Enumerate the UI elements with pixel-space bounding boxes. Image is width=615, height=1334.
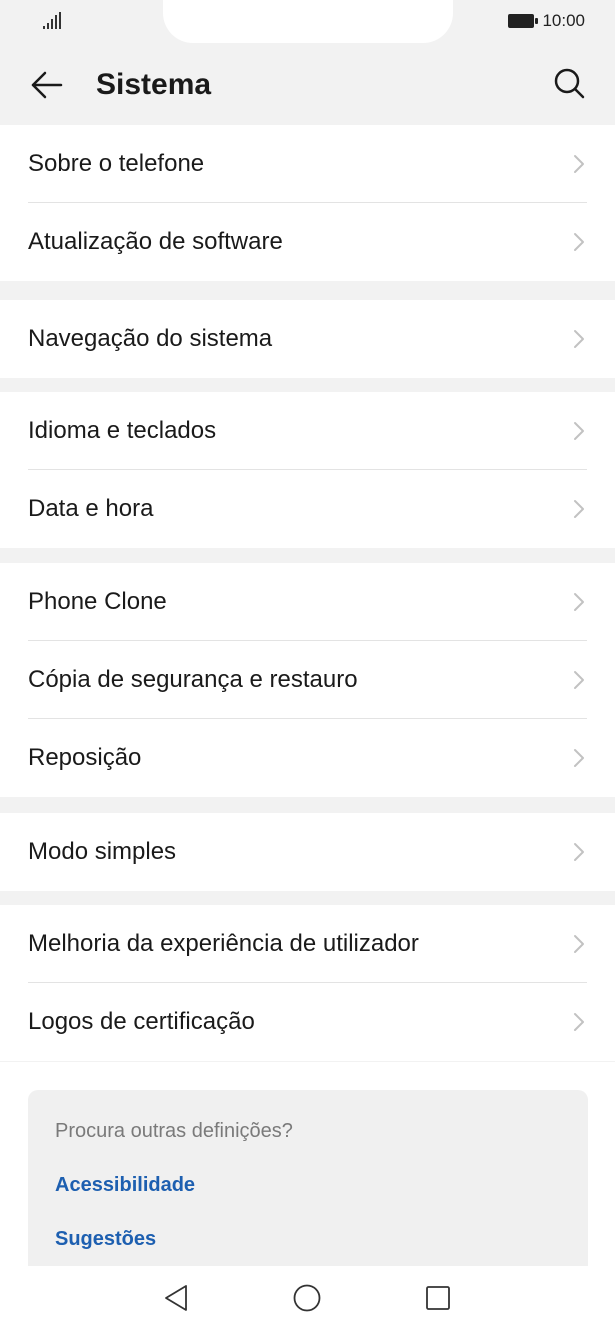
chevron-right-icon	[574, 233, 584, 251]
settings-item-navegacao-do-sistema[interactable]: Navegação do sistema	[0, 300, 615, 378]
settings-item-label: Data e hora	[28, 495, 154, 522]
settings-item-melhoria-da-experiencia[interactable]: Melhoria da experiência de utilizador	[0, 905, 615, 983]
settings-group: Sobre o telefone Atualização de software	[0, 125, 615, 281]
navigation-bar	[0, 1266, 615, 1334]
settings-item-data-e-hora[interactable]: Data e hora	[0, 470, 615, 548]
link-sugestoes[interactable]: Sugestões	[55, 1228, 156, 1251]
arrow-left-icon[interactable]	[28, 67, 64, 103]
camera-notch	[163, 0, 453, 43]
settings-group: Phone Clone Cópia de segurança e restaur…	[0, 563, 615, 797]
chevron-right-icon	[574, 330, 584, 348]
chevron-right-icon	[574, 749, 584, 767]
chevron-right-icon	[574, 671, 584, 689]
settings-item-label: Melhoria da experiência de utilizador	[28, 930, 419, 957]
chevron-right-icon	[574, 593, 584, 611]
settings-item-label: Reposição	[28, 744, 142, 771]
settings-item-label: Atualização de software	[28, 228, 283, 255]
chevron-right-icon	[574, 843, 584, 861]
settings-item-reposicao[interactable]: Reposição	[0, 719, 615, 797]
link-acessibilidade[interactable]: Acessibilidade	[55, 1174, 195, 1197]
settings-item-atualizacao-de-software[interactable]: Atualização de software	[0, 203, 615, 281]
triangle-back-icon[interactable]	[162, 1283, 192, 1313]
page-title: Sistema	[96, 68, 212, 101]
status-bar: 10:00	[0, 0, 615, 45]
chevron-right-icon	[574, 155, 584, 173]
battery-icon	[508, 14, 539, 28]
app-header: Sistema	[0, 45, 615, 125]
settings-item-idioma-e-teclados[interactable]: Idioma e teclados	[0, 392, 615, 470]
settings-item-copia-de-seguranca[interactable]: Cópia de segurança e restauro	[0, 641, 615, 719]
settings-item-label: Modo simples	[28, 838, 177, 865]
settings-item-logos-de-certificacao[interactable]: Logos de certificação	[0, 983, 615, 1061]
suggestions-card: Procura outras definições? Acessibilidad…	[28, 1090, 588, 1266]
battery-status: 10:00	[508, 10, 585, 32]
settings-item-label: Phone Clone	[28, 588, 167, 615]
search-icon[interactable]	[551, 65, 587, 101]
settings-item-label: Idioma e teclados	[28, 417, 217, 444]
settings-item-label: Sobre o telefone	[28, 150, 205, 177]
settings-item-label: Logos de certificação	[28, 1008, 255, 1035]
chevron-right-icon	[574, 935, 584, 953]
settings-item-sobre-o-telefone[interactable]: Sobre o telefone	[0, 125, 615, 203]
settings-item-phone-clone[interactable]: Phone Clone	[0, 563, 615, 641]
square-recents-icon[interactable]	[423, 1283, 453, 1313]
settings-group: Melhoria da experiência de utilizador Lo…	[0, 905, 615, 1061]
settings-group: Idioma e teclados Data e hora	[0, 392, 615, 548]
signal-bars-icon	[43, 12, 61, 29]
settings-item-label: Cópia de segurança e restauro	[28, 666, 358, 693]
chevron-right-icon	[574, 500, 584, 518]
chevron-right-icon	[574, 1013, 584, 1031]
settings-item-modo-simples[interactable]: Modo simples	[0, 813, 615, 891]
settings-group: Navegação do sistema	[0, 300, 615, 378]
suggestions-question: Procura outras definições?	[55, 1120, 293, 1142]
circle-home-icon[interactable]	[292, 1283, 322, 1313]
settings-group: Modo simples	[0, 813, 615, 891]
chevron-right-icon	[574, 422, 584, 440]
clock: 10:00	[542, 11, 585, 30]
settings-item-label: Navegação do sistema	[28, 325, 273, 352]
